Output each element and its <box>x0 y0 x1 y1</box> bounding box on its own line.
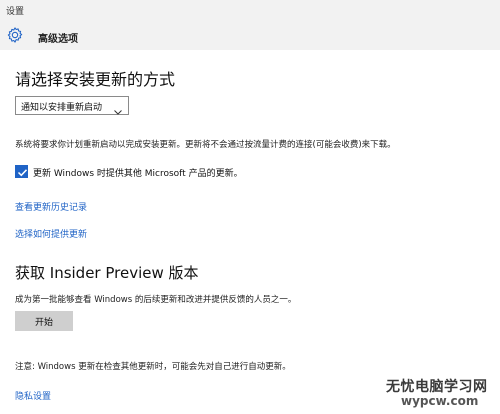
dropdown-value: 通知以安排重新启动 <box>21 103 103 113</box>
watermark-url: wypcw.com <box>401 394 479 408</box>
restart-option-dropdown[interactable]: 通知以安排重新启动 <box>15 96 129 115</box>
gear-icon <box>6 26 24 44</box>
title-bar: 设置 <box>0 0 500 22</box>
chevron-down-icon <box>114 101 122 115</box>
other-products-label: 更新 Windows 时提供其他 Microsoft 产品的更新。 <box>33 169 243 179</box>
update-note: 注意: Windows 更新在检查其他更新时，可能会先对自己进行自动更新。 <box>15 362 291 372</box>
watermark-title: 无忧电脑学习网 <box>386 379 488 395</box>
checkmark-icon <box>17 169 28 177</box>
start-button[interactable]: 开始 <box>15 311 73 331</box>
page-title: 高级选项 <box>38 34 78 45</box>
view-update-history-link[interactable]: 查看更新历史记录 <box>15 200 87 213</box>
install-info-text: 系统将要求你计划重新启动以完成安装更新。更新将不会通过按流量计费的连接(可能会收… <box>15 140 396 150</box>
insider-description: 成为第一批能够查看 Windows 的后续更新和改进并提供反馈的人员之一。 <box>15 295 297 305</box>
other-products-checkbox[interactable] <box>15 165 28 178</box>
install-method-heading: 请选择安装更新的方式 <box>15 70 176 89</box>
insider-heading: 获取 Insider Preview 版本 <box>15 264 199 282</box>
choose-delivery-link[interactable]: 选择如何提供更新 <box>15 227 87 240</box>
page-header: 高级选项 <box>0 22 500 50</box>
window-title: 设置 <box>6 7 25 17</box>
privacy-settings-link[interactable]: 隐私设置 <box>15 389 51 402</box>
